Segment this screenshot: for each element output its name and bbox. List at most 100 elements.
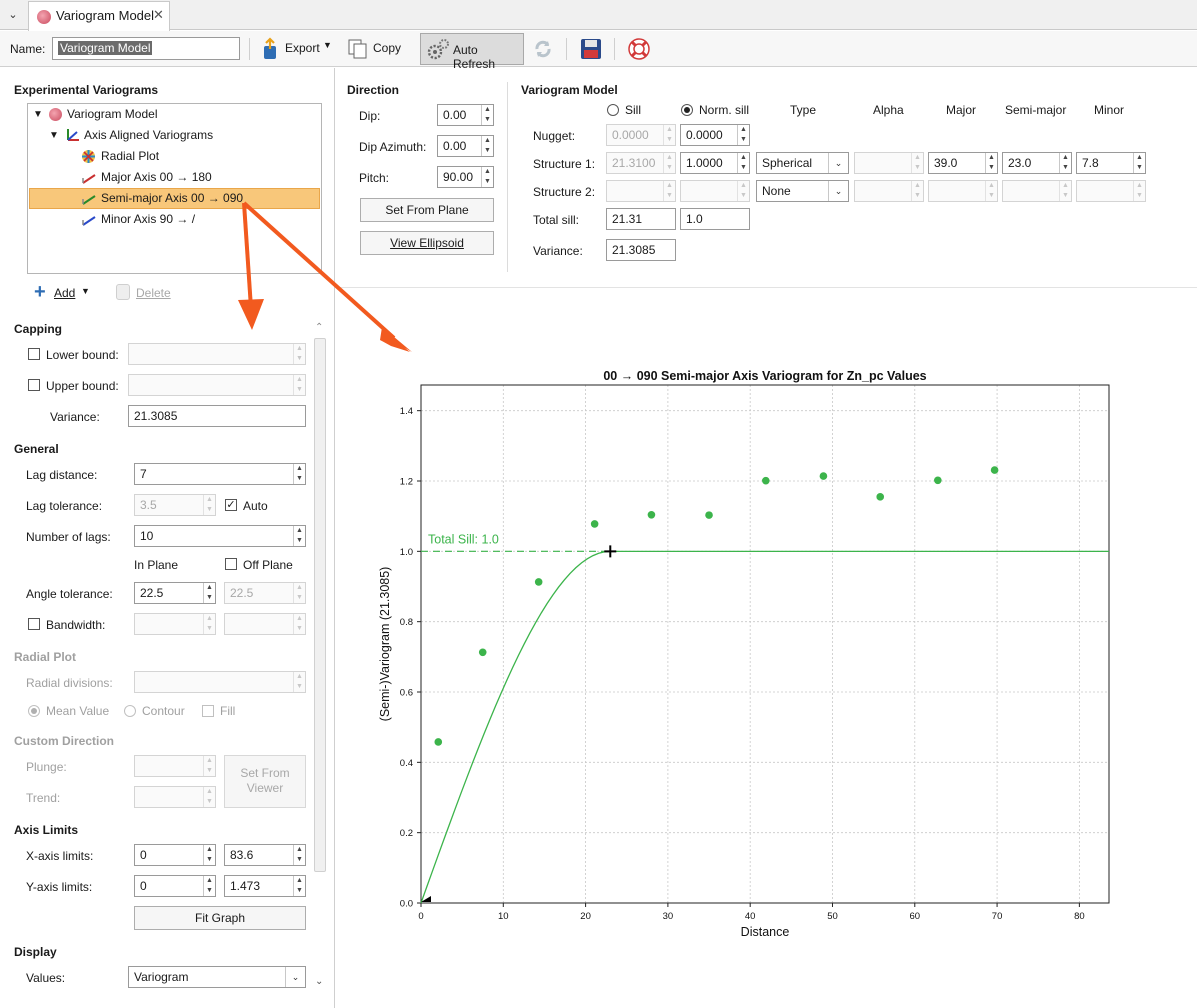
y-axis-min-input[interactable]: 0 ▲ ▼ (134, 875, 216, 897)
bandwidth-off-input[interactable]: ▲ ▼ (224, 613, 306, 635)
s1-norm-input[interactable]: 1.0000 ▲ ▼ (680, 152, 750, 174)
y-tick-label: 1.4 (400, 406, 413, 417)
capping-variance-input[interactable]: 21.3085 (128, 405, 306, 427)
save-button[interactable] (580, 38, 604, 62)
data-point (705, 511, 713, 519)
view-ellipsoid-button[interactable]: View Ellipsoid (360, 231, 494, 255)
tab-menu-chevron[interactable]: ⌄ (4, 6, 22, 24)
help-button[interactable] (627, 37, 653, 63)
tree-item-semi-major-axis[interactable]: Semi-major Axis 00 → 090 (29, 188, 320, 209)
dip-azimuth-input[interactable]: 0.00 ▲ ▼ (437, 135, 494, 157)
lower-bound-input[interactable]: ▲ ▼ (128, 343, 306, 365)
variogram-chart[interactable]: 00 → 090 Semi-major Axis Variogram for Z… (337, 288, 1197, 1008)
lag-tolerance-input[interactable]: 3.5 ▲ ▼ (134, 494, 216, 516)
model-variance-label: Variance: (533, 244, 583, 258)
nugget-sill-input[interactable]: 0.0000 ▲ ▼ (606, 124, 676, 146)
s2-norm-input[interactable]: ▲ ▼ (680, 180, 750, 202)
copy-button[interactable]: Copy (344, 36, 406, 62)
tree-item-major-axis[interactable]: Major Axis 00 → 180 (29, 167, 320, 188)
fit-graph-button[interactable]: Fit Graph (134, 906, 306, 930)
scrollbar-thumb[interactable] (314, 338, 326, 872)
sill-radio-label: Sill (625, 103, 642, 117)
s2-alpha-input[interactable]: ▲ ▼ (854, 180, 924, 202)
values-dropdown[interactable]: Variogram ⌄ (128, 966, 306, 988)
add-button[interactable]: + Add ▼ (32, 281, 94, 303)
tree-item-label: Semi-major Axis 00 → 090 (101, 191, 244, 205)
tree-item-radial-plot[interactable]: Radial Plot (29, 146, 320, 167)
pitch-input[interactable]: 90.00 ▲ ▼ (437, 166, 494, 188)
mean-value-radio[interactable] (28, 705, 40, 717)
s2-minor-input[interactable]: ▲ ▼ (1076, 180, 1146, 202)
number-of-lags-label: Number of lags: (26, 530, 111, 544)
tab-variogram-model[interactable]: Variogram Model ✕ (28, 1, 170, 31)
set-from-viewer-button[interactable]: Set From Viewer (224, 755, 306, 808)
set-from-plane-button[interactable]: Set From Plane (360, 198, 494, 222)
s1-semi-major-input[interactable]: 23.0 ▲ ▼ (1002, 152, 1072, 174)
close-tab-icon[interactable]: ✕ (153, 7, 164, 23)
s2-major-input[interactable]: ▲ ▼ (928, 180, 998, 202)
plunge-input[interactable]: ▲ ▼ (134, 755, 216, 777)
s1-alpha-input[interactable]: ▲ ▼ (854, 152, 924, 174)
delete-button[interactable]: Delete (114, 283, 176, 303)
x-axis-min-input[interactable]: 0 ▲ ▼ (134, 844, 216, 866)
export-button[interactable]: Export ▼ (256, 36, 336, 62)
direction-title: Direction (347, 83, 400, 97)
s1-minor-input[interactable]: 7.8 ▲ ▼ (1076, 152, 1146, 174)
y-axis-max-input[interactable]: 1.473 ▲ ▼ (224, 875, 306, 897)
bandwidth-checkbox[interactable] (28, 618, 40, 630)
name-input[interactable]: Variogram Model (52, 37, 240, 60)
radial-divisions-input[interactable]: ▲ ▼ (134, 671, 306, 693)
tree-item-minor-axis[interactable]: Minor Axis 90 → / (29, 209, 320, 230)
angle-tolerance-input[interactable]: 22.5 ▲ ▼ (134, 582, 216, 604)
number-of-lags-input[interactable]: 10 ▲ ▼ (134, 525, 306, 547)
lower-bound-checkbox[interactable] (28, 348, 40, 360)
bandwidth-input[interactable]: ▲ ▼ (134, 613, 216, 635)
experimental-variograms-title: Experimental Variograms (14, 83, 159, 97)
tree-group[interactable]: ▼ Axis Aligned Variograms (29, 125, 320, 146)
export-dropdown-icon: ▼ (323, 40, 332, 50)
upper-bound-checkbox[interactable] (28, 379, 40, 391)
tree-root[interactable]: ▼ Variogram Model (29, 104, 320, 125)
data-point (762, 476, 770, 485)
norm-sill-radio[interactable] (681, 104, 693, 116)
x-axis-max-input[interactable]: 83.6 ▲ ▼ (224, 844, 306, 866)
s2-semi-major-input[interactable]: ▲ ▼ (1002, 180, 1072, 202)
semi-major-column-header: Semi-major (1005, 103, 1067, 117)
contour-label: Contour (142, 704, 185, 718)
s2-sill-input[interactable]: ▲ ▼ (606, 180, 676, 202)
s1-sill-input[interactable]: 21.3100 ▲ ▼ (606, 152, 676, 174)
s1-major-input[interactable]: 39.0 ▲ ▼ (928, 152, 998, 174)
data-point (876, 493, 885, 501)
upper-bound-input[interactable]: ▲ ▼ (128, 374, 306, 396)
s2-type-dropdown[interactable]: None ⌄ (756, 180, 849, 202)
trend-input[interactable]: ▲ ▼ (134, 786, 216, 808)
sill-radio[interactable] (607, 104, 619, 116)
angle-tolerance-label: Angle tolerance: (26, 587, 113, 601)
scroll-down-icon[interactable]: ⌄ (315, 976, 323, 987)
values-dropdown-value: Variogram (134, 970, 189, 984)
dip-input[interactable]: 0.00 ▲ ▼ (437, 104, 494, 126)
refresh-button[interactable] (532, 38, 556, 62)
s1-type-dropdown[interactable]: Spherical ⌄ (756, 152, 849, 174)
lag-distance-input[interactable]: 7 ▲ ▼ (134, 463, 306, 485)
fill-checkbox[interactable] (202, 705, 214, 717)
auto-checkbox[interactable]: ✓ (225, 499, 237, 511)
auto-refresh-button[interactable]: Auto Refresh (420, 33, 524, 71)
dip-label: Dip: (359, 109, 381, 123)
scroll-up-icon[interactable]: ⌃ (315, 322, 323, 333)
total-sill-label: Total sill: (533, 213, 580, 227)
contour-radio[interactable] (124, 705, 136, 717)
nugget-norm-value: 0.0000 (686, 128, 723, 142)
nugget-norm-input[interactable]: 0.0000 ▲ ▼ (680, 124, 750, 146)
x-tick-label: 10 (498, 911, 509, 922)
lag-tolerance-value: 3.5 (140, 498, 157, 512)
angle-tolerance-off-input[interactable]: 22.5 ▲ ▼ (224, 582, 306, 604)
y-axis-label: (Semi-)Variogram (21.3085) (378, 567, 392, 722)
left-panel-scrollbar[interactable]: ⌃ ⌄ (313, 322, 327, 996)
off-plane-checkbox[interactable] (225, 558, 237, 570)
variogram-tab-icon (37, 10, 51, 24)
set-from-plane-label: Set From Plane (385, 203, 469, 217)
major-axis-icon (82, 174, 96, 184)
add-icon: + (34, 281, 46, 303)
export-label: Export (285, 41, 320, 55)
